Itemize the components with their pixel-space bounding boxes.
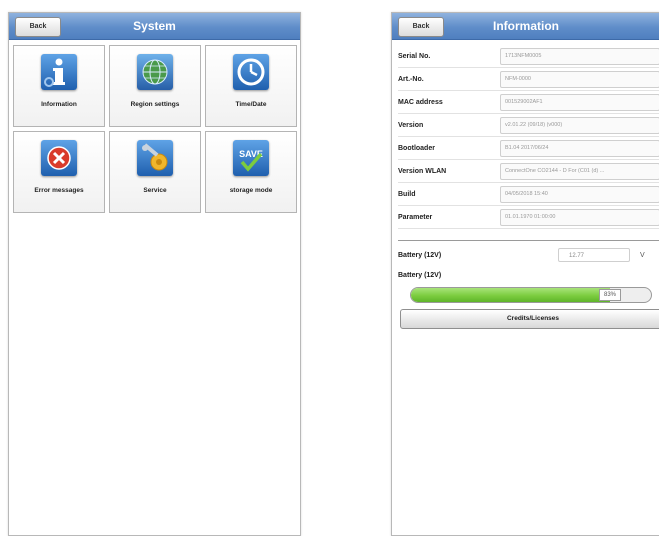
info-value: 1713NFM0005: [500, 47, 659, 65]
tile-service[interactable]: Service: [109, 131, 201, 213]
info-row-bootloader: Bootloader B1.04 2017/06/24: [398, 137, 659, 160]
info-label: Art.-No.: [398, 75, 424, 83]
save-icon: SAVE: [233, 140, 269, 176]
tile-label: Service: [143, 187, 167, 194]
battery-level-label: Battery (12V): [398, 272, 442, 279]
tile-information[interactable]: Information: [13, 45, 105, 127]
tile-label: Region settings: [130, 101, 180, 108]
system-title-bar: Back System: [9, 13, 300, 40]
info-label: Version WLAN: [398, 167, 447, 175]
information-icon: [41, 54, 77, 90]
battery-level-fill: [411, 288, 611, 302]
tile-error-messages[interactable]: Error messages: [13, 131, 105, 213]
clock-icon: [233, 54, 269, 90]
info-label: Build: [398, 190, 416, 198]
system-screen: Back System Information Region settings …: [8, 12, 301, 536]
battery-voltage-label: Battery (12V): [398, 251, 442, 259]
info-row-serial: Serial No. 1713NFM0005: [398, 45, 659, 68]
info-row-parameter: Parameter 01.01.1970 01:00:00: [398, 206, 659, 229]
credits-licenses-button[interactable]: Credits/Licenses: [400, 309, 659, 329]
section-divider: [398, 240, 659, 241]
information-title-bar: Back Information: [392, 13, 659, 40]
info-value: 04/05/2018 15:40: [500, 185, 659, 203]
battery-voltage-value: 12.77: [558, 248, 630, 262]
tile-label: Time/Date: [235, 101, 267, 108]
info-row-version-wlan: Version WLAN ConnectOne CO2144 - D For (…: [398, 160, 659, 183]
info-label: Bootloader: [398, 144, 435, 152]
system-menu-grid: Information Region settings Time/Date Er…: [13, 45, 297, 213]
tile-time-date[interactable]: Time/Date: [205, 45, 297, 127]
info-value: 01.01.1970 01:00:00: [500, 208, 659, 226]
info-value: v2.01.22 (09/18) (v000): [500, 116, 659, 134]
info-value: B1.04 2017/06/24: [500, 139, 659, 157]
globe-icon: [137, 54, 173, 90]
tile-label: Error messages: [34, 187, 84, 194]
info-label: MAC address: [398, 98, 443, 106]
info-label: Serial No.: [398, 52, 431, 60]
tile-label: Information: [41, 101, 77, 108]
battery-level-bar: 83%: [410, 287, 652, 303]
info-row-mac: MAC address 001529002AF1: [398, 91, 659, 114]
system-title: System: [133, 19, 176, 33]
info-list: Serial No. 1713NFM0005 Art.-No. NFM-0000…: [398, 45, 659, 229]
info-row-build: Build 04/05/2018 15:40: [398, 183, 659, 206]
error-icon: [41, 140, 77, 176]
info-value: ConnectOne CO2144 - D For (C01 (d) ...: [500, 162, 659, 180]
info-row-version: Version v2.01.22 (09/18) (v000): [398, 114, 659, 137]
tile-label: storage mode: [229, 187, 273, 194]
battery-level-percent: 83%: [599, 289, 621, 301]
tile-storage-mode[interactable]: SAVE storage mode: [205, 131, 297, 213]
tools-icon: [137, 140, 173, 176]
info-value: 001529002AF1: [500, 93, 659, 111]
battery-voltage-unit: V: [640, 251, 645, 259]
info-row-art-no: Art.-No. NFM-0000: [398, 68, 659, 91]
tile-region-settings[interactable]: Region settings: [109, 45, 201, 127]
info-label: Version: [398, 121, 424, 129]
info-value: NFM-0000: [500, 70, 659, 88]
battery-voltage-row: Battery (12V) 12.77 V: [398, 246, 659, 264]
information-screen: Back Information Serial No. 1713NFM0005 …: [391, 12, 659, 536]
information-title: Information: [493, 19, 559, 33]
info-label: Parameter: [398, 213, 433, 221]
